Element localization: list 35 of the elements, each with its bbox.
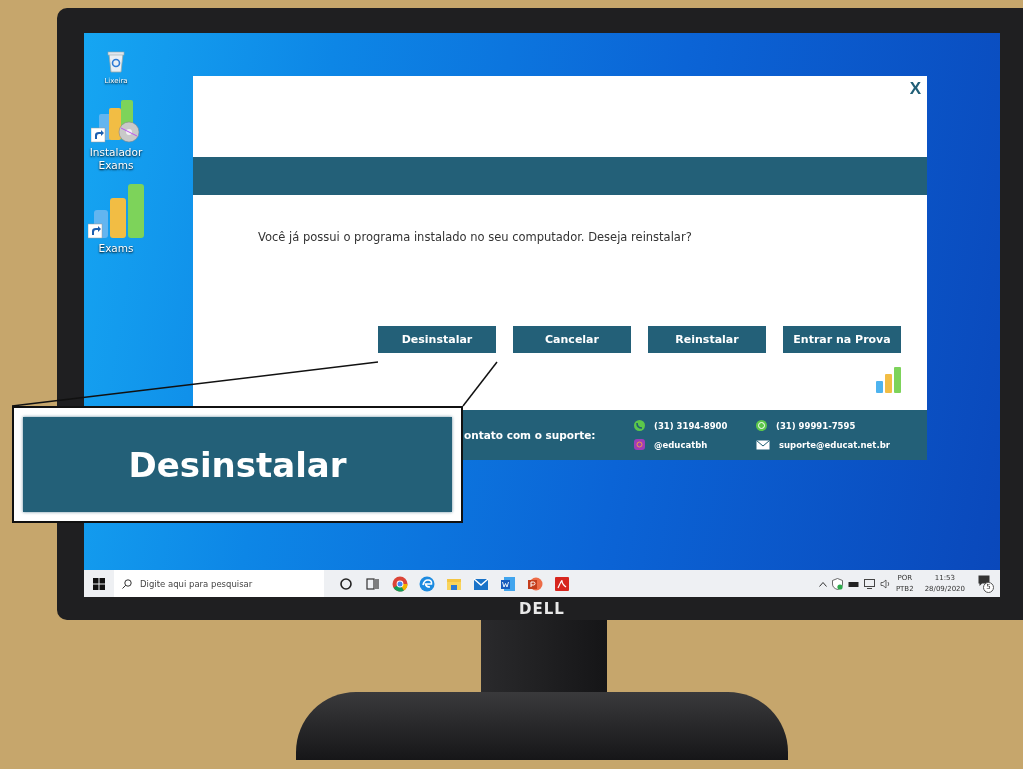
- message-icon: [978, 574, 990, 587]
- close-button[interactable]: X: [906, 79, 924, 99]
- monitor-icon[interactable]: [863, 578, 875, 589]
- contact-text: suporte@educat.net.br: [779, 439, 890, 450]
- search-field[interactable]: Digite aqui para pesquisar: [114, 570, 324, 597]
- camera-icon: [634, 439, 645, 450]
- dialog-message: Você já possui o programa instalado no seu computador. Deseja reinstalar?: [258, 230, 692, 244]
- envelope-icon: [756, 439, 770, 450]
- contact-text: (31) 3194-8900: [654, 420, 728, 431]
- chat-bubble-icon: [756, 420, 767, 431]
- dialog-button[interactable]: Cancelar: [513, 326, 631, 353]
- windows-start-icon[interactable]: [93, 577, 105, 590]
- speaker-icon[interactable]: [879, 578, 891, 589]
- pdf-icon[interactable]: [553, 575, 570, 592]
- dialog-button[interactable]: Entrar na Prova: [783, 326, 901, 353]
- contact-text: (31) 99991-7595: [776, 420, 856, 431]
- phone-icon: [634, 420, 645, 431]
- recycle-bin-icon: [106, 49, 126, 73]
- dialog-button[interactable]: Reinstalar: [648, 326, 766, 353]
- search-icon: [122, 578, 132, 589]
- contact-text: @educatbh: [654, 439, 708, 450]
- circle-icon[interactable]: [338, 576, 353, 591]
- brand-logo-text: DELL: [519, 600, 565, 618]
- document-w-icon[interactable]: [499, 575, 516, 592]
- edge-icon[interactable]: [418, 575, 435, 592]
- dialog-button[interactable]: Desinstalar: [378, 326, 496, 353]
- bar-chart-logo-icon: [876, 367, 901, 393]
- shield-icon[interactable]: [831, 577, 843, 590]
- support-label: ontato com o suporte:: [464, 429, 597, 441]
- app-shortcut-icon: [88, 184, 144, 240]
- presentation-p-icon[interactable]: [526, 575, 543, 592]
- chrome-icon[interactable]: [391, 575, 408, 592]
- task-view-icon[interactable]: [365, 576, 380, 591]
- installer-shortcut-icon: [91, 100, 141, 144]
- chevron-up-icon[interactable]: [818, 580, 827, 587]
